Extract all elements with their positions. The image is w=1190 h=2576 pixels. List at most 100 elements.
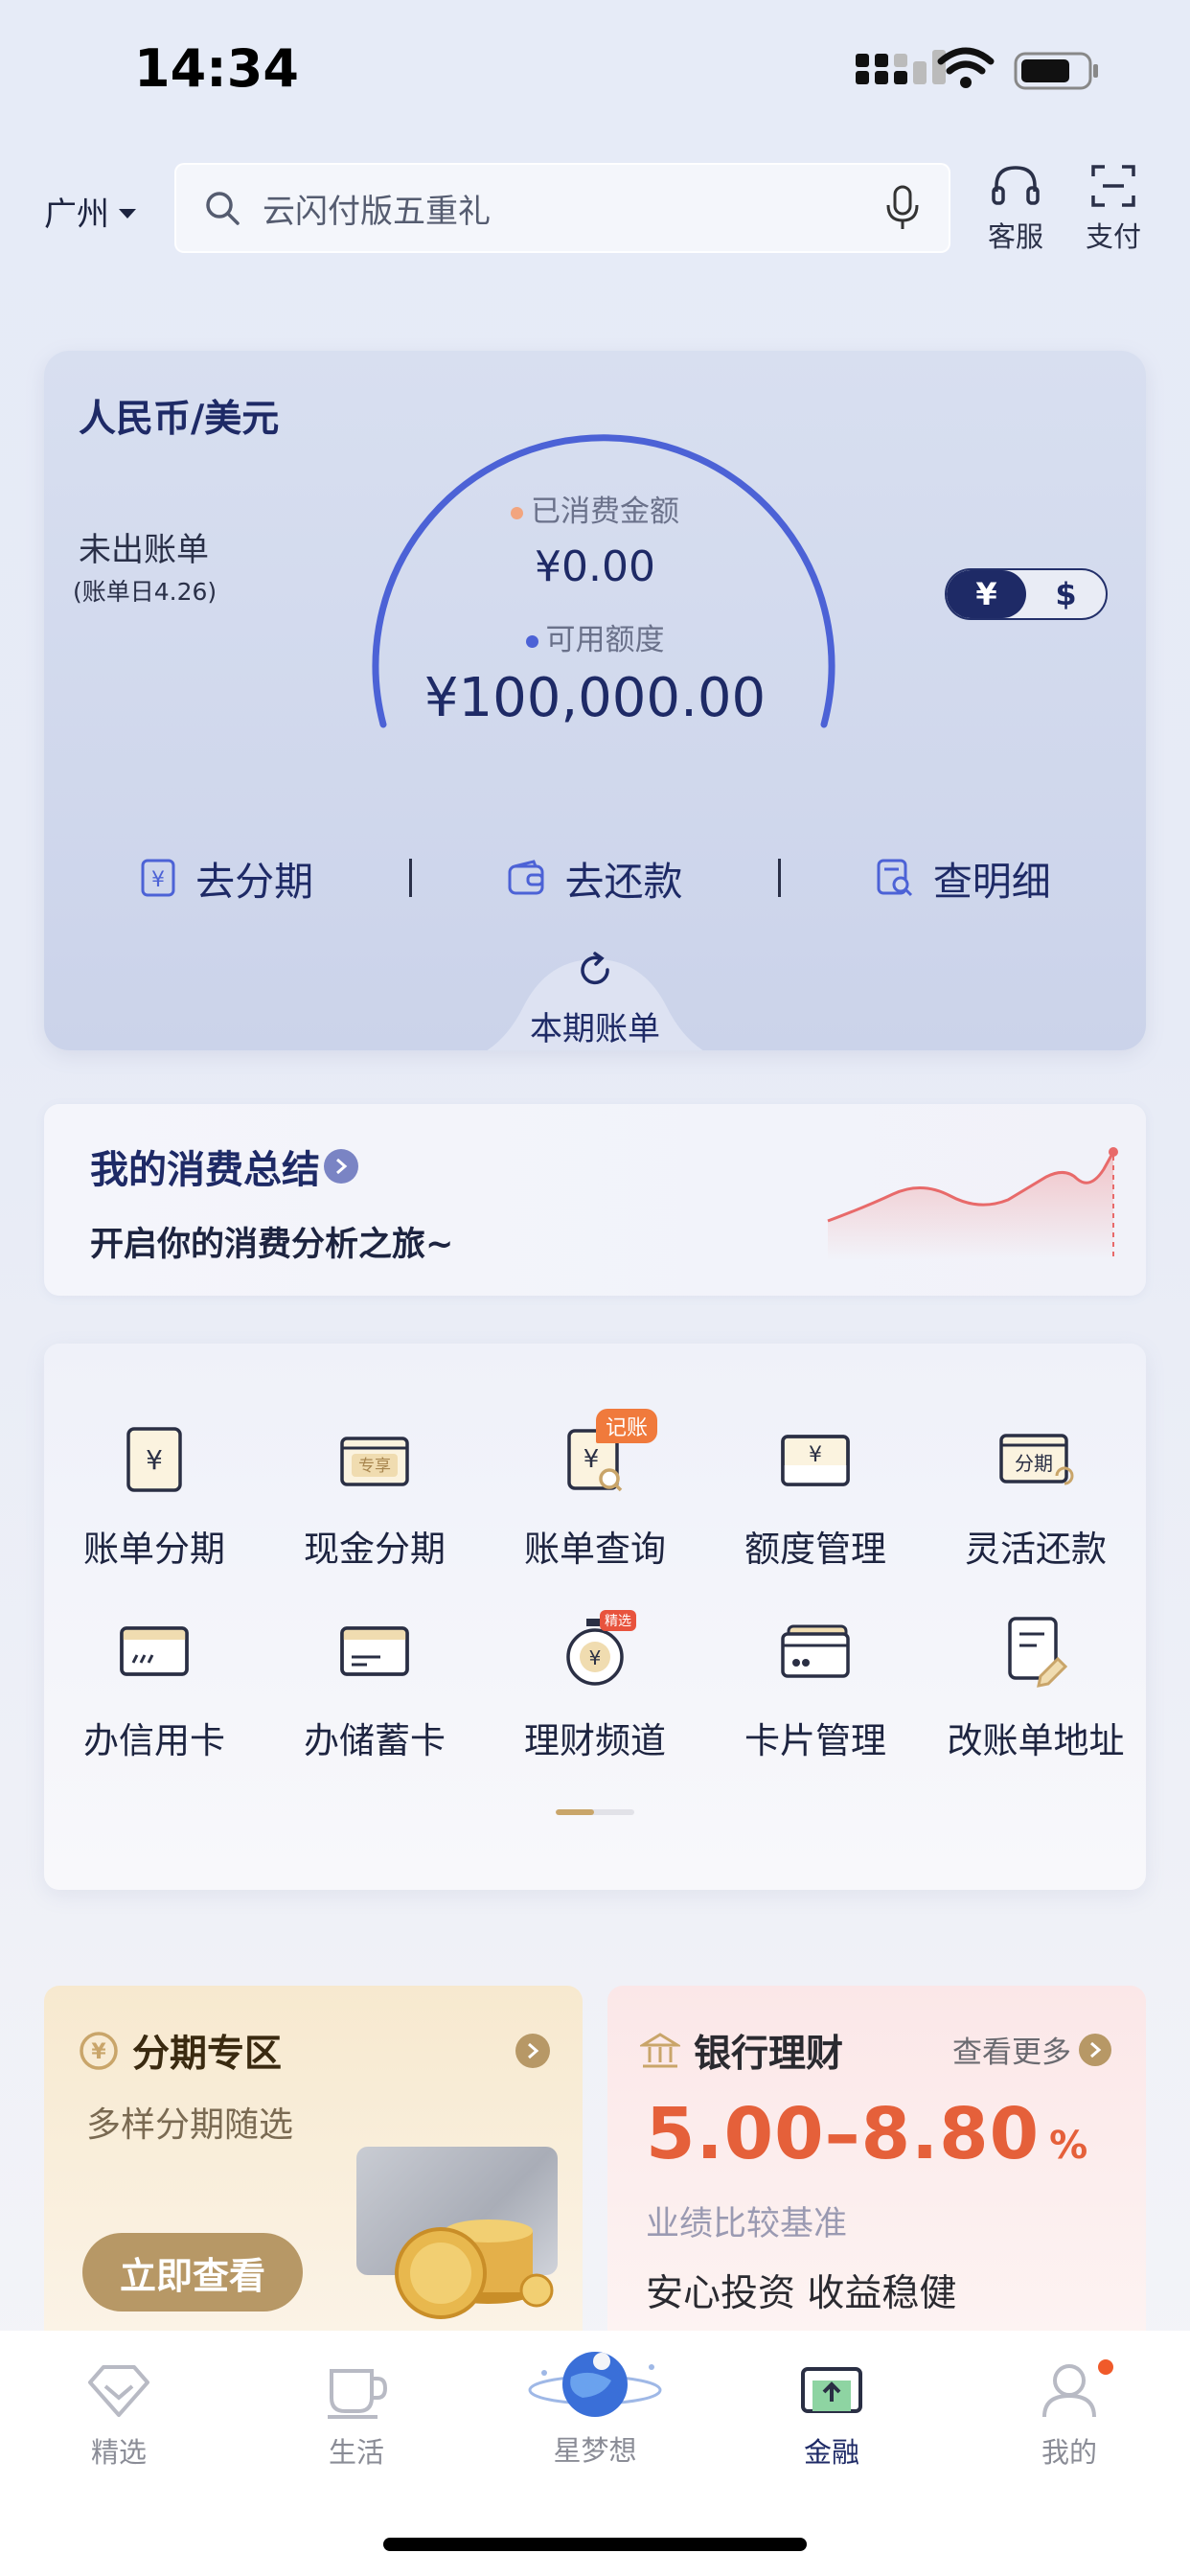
chevron-right-icon [1079,2033,1111,2066]
gold-coins-image [395,2220,554,2319]
service-edit-bill-address[interactable]: 改账单地址 [926,1608,1146,1763]
chevron-right-icon[interactable] [515,2034,550,2068]
wealth-channel-icon: ¥ 精选 [552,1608,638,1694]
service-label: 现金分期 [304,1529,446,1570]
service-wealth-channel[interactable]: ¥ 精选 理财频道 [485,1608,705,1763]
caret-down-icon [119,208,136,218]
summary-title-row: 我的消费总结 [90,1138,358,1194]
planet-icon [528,2352,662,2417]
currency-toggle[interactable]: ¥ $ [945,568,1108,620]
detail-action-button[interactable]: 查明细 [781,849,1146,907]
nav-star-dream[interactable]: 星梦想 [499,2344,691,2469]
credit-card-panel: 人民币/美元 未出账单 (账单日4.26) 已消费金额 ¥0.00 可用额度 ¥… [44,351,1146,1050]
home-indicator[interactable] [383,2538,807,2551]
view-now-button[interactable]: 立即查看 [82,2233,303,2312]
repay-action-label: 去还款 [564,859,683,905]
headset-icon [992,166,1040,205]
svg-text:¥: ¥ [584,1445,600,1474]
summary-subtitle: 开启你的消费分析之旅~ [90,1226,454,1264]
installment-zone-title: 分期专区 [132,2033,283,2076]
service-apply-debit-card[interactable]: 办储蓄卡 [264,1608,485,1763]
cash-installment-icon: 专享 [332,1416,418,1503]
city-selector[interactable]: 广州 [44,188,136,235]
repay-action-button[interactable]: 去还款 [412,849,777,907]
card-manage-icon [772,1608,858,1694]
service-card-manage[interactable]: 卡片管理 [705,1608,926,1763]
customer-service-button[interactable]: 客服 [975,163,1056,255]
wealth-tagline: 安心投资 收益稳健 [646,2272,957,2315]
microphone-icon[interactable] [883,184,922,232]
nav-life[interactable]: 生活 [261,2359,452,2471]
nav-finance[interactable]: 金融 [736,2359,927,2471]
nav-profile[interactable]: 我的 [973,2359,1165,2471]
return-rate-unit: % [1049,2124,1089,2168]
installment-action-button[interactable]: ¥ 去分期 [44,849,409,907]
nav-label: 我的 [1041,2436,1097,2469]
service-label: 办储蓄卡 [304,1720,446,1761]
scan-pay-icon [1091,165,1135,207]
service-cash-installment[interactable]: 专享 现金分期 [264,1416,485,1572]
limit-manage-icon: ¥ [772,1416,858,1503]
nav-featured[interactable]: 精选 [23,2359,215,2471]
trend-chart-illustration [827,1147,1118,1259]
currency-usd[interactable]: $ [1026,570,1106,618]
edit-address-icon [993,1608,1079,1694]
detail-action-label: 查明细 [932,859,1051,905]
service-limit-manage[interactable]: ¥ 额度管理 [705,1416,926,1572]
wifi-icon [937,47,995,88]
bank-wealth-card[interactable]: 银行理财 查看更多 5.00–8.80% 业绩比较基准 安心投资 收益稳健 [607,1986,1146,2331]
benchmark-label: 业绩比较基准 [646,2205,848,2243]
finance-icon [801,2367,862,2413]
page-indicator-active [556,1809,594,1815]
wallet-icon [508,860,544,895]
credit-card-apply-icon [111,1608,197,1694]
notification-dot [1098,2359,1113,2375]
bill-installment-icon: ¥ [111,1416,197,1503]
search-bar[interactable]: 云闪付版五重礼 [174,163,950,253]
nav-label: 星梦想 [553,2434,637,2467]
summary-title: 我的消费总结 [90,1148,320,1192]
nav-label: 生活 [328,2436,384,2469]
nav-label: 金融 [803,2436,859,2469]
service-label: 额度管理 [744,1529,886,1570]
service-label: 账单分期 [83,1529,225,1570]
bill-query-icon: ¥ 记账 [552,1409,658,1503]
yuan-coin-icon: ¥ [80,2032,118,2070]
service-label: 改账单地址 [947,1720,1125,1761]
card-currency-title: 人民币/美元 [79,398,280,441]
currency-cny[interactable]: ¥ [947,570,1026,618]
available-label-text: 可用额度 [545,623,665,657]
bookkeeping-badge: 记账 [596,1409,658,1443]
status-time: 14:34 [134,38,299,99]
service-apply-credit-card[interactable]: 办信用卡 [44,1608,264,1763]
spending-summary-card[interactable]: 我的消费总结 开启你的消费分析之旅~ [44,1104,1146,1296]
installment-icon: ¥ [141,859,175,897]
service-flex-repay[interactable]: 分期 灵活还款 [926,1416,1146,1572]
current-bill-label[interactable]: 本期账单 [44,1002,1146,1049]
search-placeholder: 云闪付版五重礼 [263,192,491,231]
page-indicator [556,1809,634,1815]
view-more-link[interactable]: 查看更多 [952,2028,1111,2071]
service-label: 灵活还款 [965,1529,1107,1570]
featured-badge: 精选 [600,1610,636,1631]
card-actions: ¥ 去分期 去还款 查明细 [44,840,1146,916]
cellular-signal-icon [856,50,946,84]
spent-label-text: 已消费金额 [531,494,679,529]
refresh-icon[interactable] [575,951,615,991]
pay-button[interactable]: 支付 [1073,163,1154,255]
city-name: 广州 [44,196,109,234]
service-label: 理财频道 [524,1720,666,1761]
battery-icon [1014,52,1098,90]
installment-zone-card[interactable]: ¥ 分期专区 多样分期随选 立即查看 [44,1986,583,2331]
available-dot [525,635,538,648]
svg-text:¥: ¥ [809,1443,822,1467]
installment-zone-title-row: ¥ 分期专区 [79,2024,282,2078]
return-rate-value: 5.00–8.80 [646,2093,1041,2175]
featured-icon [88,2365,149,2417]
service-bill-query[interactable]: ¥ 记账 账单查询 [485,1409,705,1572]
svg-text:¥: ¥ [91,2040,106,2064]
debit-card-apply-icon [332,1608,418,1694]
installment-action-label: 去分期 [195,859,314,905]
service-bill-installment[interactable]: ¥ 账单分期 [44,1416,264,1572]
chevron-right-icon [324,1149,358,1184]
